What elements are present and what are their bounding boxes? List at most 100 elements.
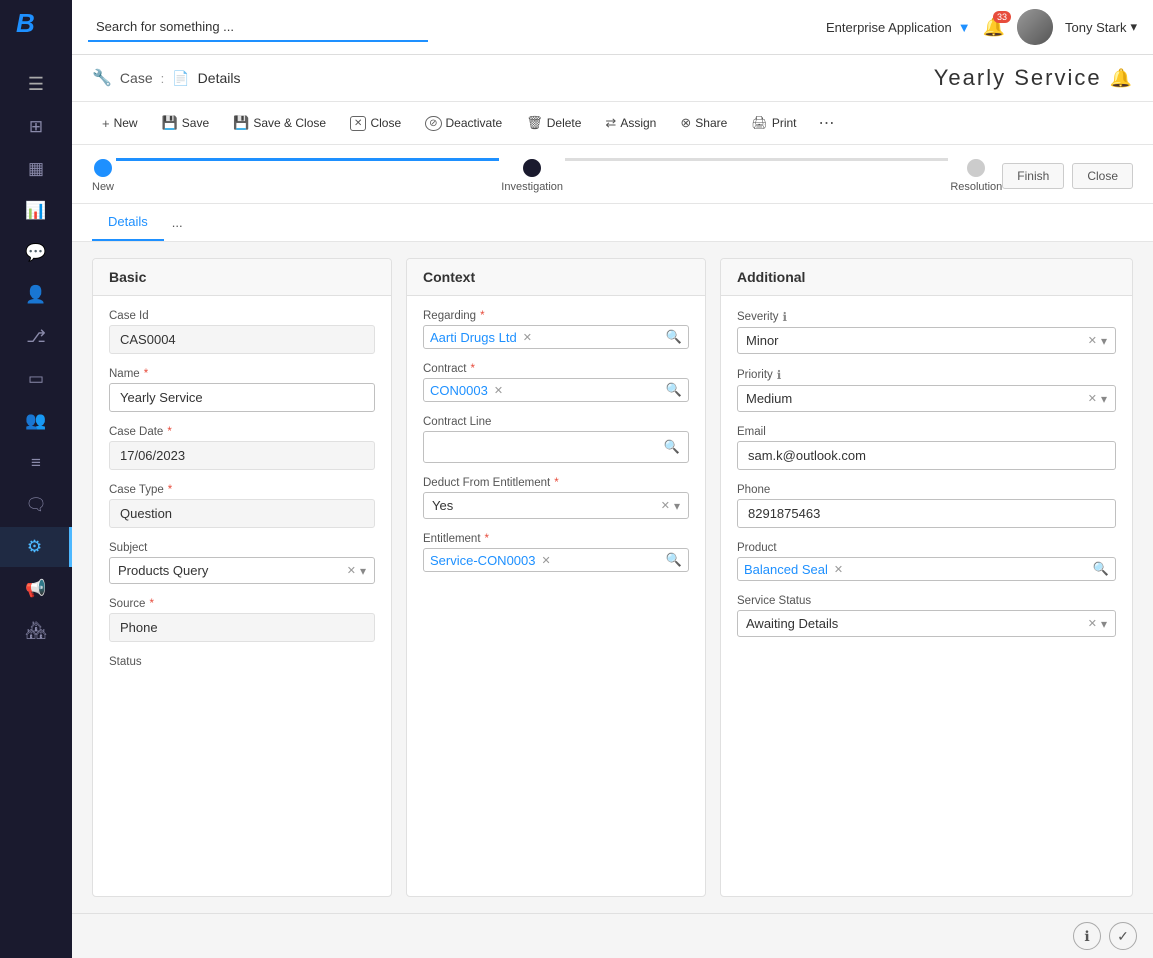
case-id-value: CAS0004: [109, 325, 375, 354]
priority-select[interactable]: Medium ✕ ▾: [737, 385, 1116, 412]
close-progress-button[interactable]: Close: [1072, 163, 1133, 189]
assign-icon: ⇄: [605, 115, 616, 131]
contract-line-input[interactable]: 🔍: [423, 431, 689, 463]
context-section: Context Regarding * Aarti Drugs Ltd: [406, 258, 706, 897]
sidebar-item-reports[interactable]: 📊: [0, 191, 72, 231]
progress-steps: New Investigation Resolution: [92, 159, 1002, 193]
sidebar-item-msg[interactable]: 🗨: [0, 485, 72, 525]
name-input[interactable]: [109, 383, 375, 412]
app-logo[interactable]: B: [16, 10, 56, 50]
breadcrumb-separator: :: [161, 71, 165, 86]
save-button[interactable]: 💾 Save: [152, 110, 220, 136]
assign-button[interactable]: ⇄ Assign: [595, 110, 666, 136]
more-button[interactable]: ⋯: [811, 108, 843, 138]
share-label: Share: [695, 116, 727, 130]
sidebar-item-list[interactable]: ≡: [0, 443, 72, 483]
deactivate-button[interactable]: ⊘ Deactivate: [415, 111, 512, 136]
info-bottom-icon[interactable]: ℹ: [1073, 922, 1101, 950]
sidebar-item-wallet[interactable]: ▭: [0, 359, 72, 399]
new-button[interactable]: + New: [92, 111, 148, 136]
sidebar-item-team[interactable]: 👥: [0, 401, 72, 441]
priority-clear-icon[interactable]: ✕: [1088, 392, 1097, 405]
phone-input[interactable]: [737, 499, 1116, 528]
tab-more[interactable]: ...: [164, 205, 191, 240]
source-value: Phone: [109, 613, 375, 642]
step-circle-investigation: [523, 159, 541, 177]
contract-field: Contract * CON0003 ✕ 🔍: [423, 363, 689, 402]
source-field: Source * Phone: [109, 598, 375, 642]
sidebar-item-settings[interactable]: ⚙: [0, 527, 72, 567]
contract-line-search-icon[interactable]: 🔍: [664, 439, 680, 455]
subject-label: Subject: [109, 542, 375, 554]
product-remove-icon[interactable]: ✕: [834, 563, 843, 576]
product-field: Product Balanced Seal ✕ 🔍: [737, 542, 1116, 581]
severity-arrow-icon[interactable]: ▾: [1101, 334, 1107, 348]
sidebar-item-megaphone[interactable]: 📢: [0, 569, 72, 609]
filter-icon[interactable]: ▼: [958, 20, 971, 35]
step-investigation[interactable]: Investigation: [501, 159, 563, 193]
priority-info-icon[interactable]: ℹ: [777, 368, 782, 382]
finish-button[interactable]: Finish: [1002, 163, 1064, 189]
contract-line-field: Contract Line 🔍: [423, 416, 689, 463]
contract-remove-icon[interactable]: ✕: [494, 384, 503, 397]
subject-select[interactable]: Products Query ✕ ▾: [109, 557, 375, 584]
severity-select[interactable]: Minor ✕ ▾: [737, 327, 1116, 354]
avatar-image: [1017, 9, 1053, 45]
contract-input[interactable]: CON0003 ✕ 🔍: [423, 378, 689, 402]
regarding-input[interactable]: Aarti Drugs Ltd ✕ 🔍: [423, 325, 689, 349]
delete-icon: 🗑: [526, 115, 543, 131]
deactivate-icon: ⊘: [425, 116, 441, 131]
deduct-select[interactable]: Yes ✕ ▾: [423, 492, 689, 519]
severity-clear-icon[interactable]: ✕: [1088, 334, 1097, 347]
deduct-arrow-icon[interactable]: ▾: [674, 499, 680, 513]
app-selector[interactable]: Enterprise Application ▼: [826, 20, 971, 35]
print-icon: 🖨: [751, 115, 768, 131]
deduct-label: Deduct From Entitlement *: [423, 477, 689, 489]
search-input[interactable]: [88, 13, 428, 42]
severity-info-icon[interactable]: ℹ: [783, 310, 788, 324]
sidebar-item-user[interactable]: 👤: [0, 275, 72, 315]
sidebar-item-calendar[interactable]: ▦: [0, 149, 72, 189]
regarding-tag: Aarti Drugs Ltd ✕: [430, 330, 532, 345]
product-input[interactable]: Balanced Seal ✕ 🔍: [737, 557, 1116, 581]
shield-bottom-icon[interactable]: ✓: [1109, 922, 1137, 950]
hamburger-menu-icon[interactable]: ☰: [0, 66, 72, 103]
service-status-arrow-icon[interactable]: ▾: [1101, 617, 1107, 631]
user-name[interactable]: Tony Stark ▾: [1065, 19, 1137, 35]
deduct-clear-icon[interactable]: ✕: [661, 499, 670, 512]
contract-search-icon[interactable]: 🔍: [666, 382, 682, 398]
priority-arrow-icon[interactable]: ▾: [1101, 392, 1107, 406]
step-resolution[interactable]: Resolution: [950, 159, 1002, 193]
tab-details[interactable]: Details: [92, 204, 164, 241]
sidebar-item-chat[interactable]: 💬: [0, 233, 72, 273]
subject-clear-icon[interactable]: ✕: [347, 564, 356, 577]
breadcrumb-view[interactable]: Details: [198, 70, 241, 86]
regarding-remove-icon[interactable]: ✕: [523, 331, 532, 344]
entitlement-remove-icon[interactable]: ✕: [542, 554, 551, 567]
entitlement-input[interactable]: Service-CON0003 ✕ 🔍: [423, 548, 689, 572]
service-status-value: Awaiting Details: [746, 616, 1088, 631]
print-button[interactable]: 🖨 Print: [741, 110, 806, 136]
case-id-field: Case Id CAS0004: [109, 310, 375, 354]
entitlement-search-icon[interactable]: 🔍: [666, 552, 682, 568]
email-input[interactable]: [737, 441, 1116, 470]
priority-label: Priority ℹ: [737, 368, 1116, 382]
sidebar-item-git[interactable]: ⎇: [0, 317, 72, 357]
service-status-clear-icon[interactable]: ✕: [1088, 617, 1097, 630]
share-button[interactable]: ⊗ Share: [670, 110, 737, 136]
title-bar: 🔧 Case : 📄 Details Yearly Service 🔔: [72, 55, 1153, 102]
service-status-select[interactable]: Awaiting Details ✕ ▾: [737, 610, 1116, 637]
notification-button[interactable]: 🔔 33: [983, 17, 1005, 38]
regarding-search-icon[interactable]: 🔍: [666, 329, 682, 345]
step-new[interactable]: New: [92, 159, 114, 193]
close-button[interactable]: ✕ Close: [340, 111, 411, 136]
sidebar-item-people[interactable]: 🏘: [0, 611, 72, 651]
subject-arrow-icon[interactable]: ▾: [360, 564, 366, 578]
phone-label: Phone: [737, 484, 1116, 496]
bottom-icons: ℹ ✓: [72, 913, 1153, 958]
delete-button[interactable]: 🗑 Delete: [516, 110, 591, 136]
toolbar: + New 💾 Save 💾 Save & Close ✕ Close ⊘: [72, 102, 1153, 145]
save-close-button[interactable]: 💾 Save & Close: [223, 110, 336, 136]
product-search-icon[interactable]: 🔍: [1093, 561, 1109, 577]
sidebar-item-dashboard[interactable]: ⊞: [0, 107, 72, 147]
